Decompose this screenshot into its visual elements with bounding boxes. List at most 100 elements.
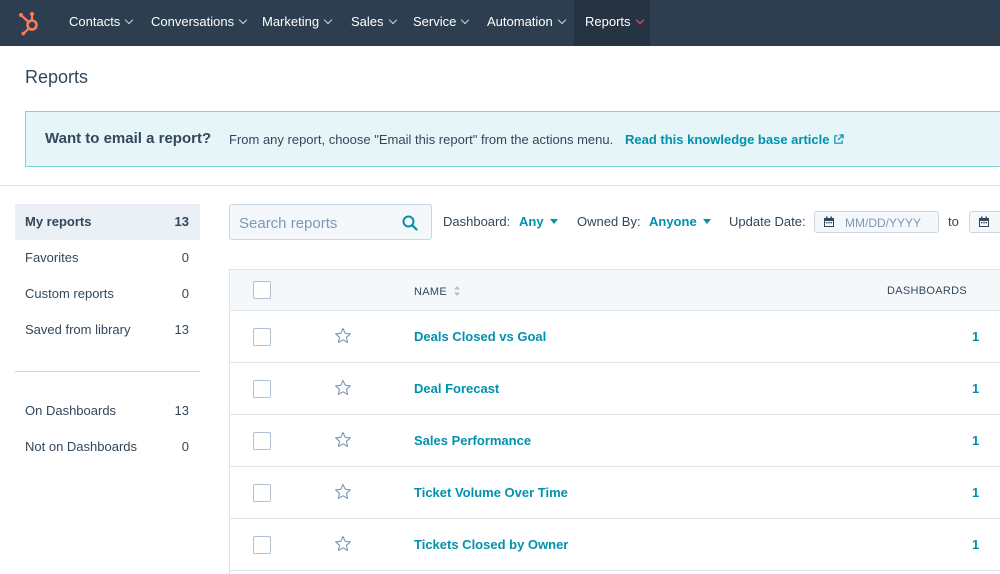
sidebar-item-label: My reports	[25, 214, 92, 229]
sidebar-item-label: On Dashboards	[25, 403, 117, 418]
nav-item-label: Automation	[487, 14, 553, 29]
sidebar-item-count: 13	[174, 403, 189, 418]
report-name-link[interactable]: Deal Forecast	[414, 381, 499, 396]
sidebar-item-count: 0	[181, 286, 189, 301]
top-navigation-bar: Contacts Conversations Marketing Sales S…	[0, 0, 1000, 46]
banner-title: Want to email a report?	[45, 130, 212, 147]
chevron-down-icon	[238, 15, 248, 25]
sidebar-item-count: 13	[174, 322, 189, 337]
row-checkbox[interactable]	[253, 484, 271, 502]
nav-item-automation[interactable]: Automation	[487, 0, 567, 46]
sort-icon	[453, 286, 460, 296]
nav-item-label: Conversations	[151, 14, 235, 29]
caret-down-icon	[549, 219, 558, 224]
sidebar-item-on-dashboards[interactable]: On Dashboards 13	[15, 393, 200, 429]
row-checkbox[interactable]	[253, 328, 271, 346]
sidebar-item-count: 0	[181, 439, 189, 454]
nav-item-label: Service	[413, 14, 457, 29]
owned-by-filter-value: Anyone	[649, 214, 697, 229]
email-report-banner: Want to email a report? From any report,…	[25, 111, 1000, 167]
banner-text: From any report, choose "Email this repo…	[229, 132, 614, 147]
dashboard-filter-dropdown[interactable]: Any	[519, 214, 558, 229]
chevron-down-icon	[323, 15, 333, 25]
dashboards-count[interactable]: 1	[972, 329, 979, 344]
reports-table: NAME DASHBOARDS Deals Closed vs Goal 1 D…	[229, 269, 1000, 574]
table-row: Ticket Volume Over Time 1	[230, 467, 1000, 519]
nav-item-marketing[interactable]: Marketing	[262, 0, 333, 46]
table-row: Tickets Closed by Owner 1	[230, 519, 1000, 571]
star-icon[interactable]	[334, 379, 352, 397]
row-checkbox[interactable]	[253, 380, 271, 398]
star-icon[interactable]	[334, 327, 352, 345]
chevron-down-icon	[635, 15, 644, 25]
owned-by-filter-label: Owned By:	[577, 214, 641, 229]
sidebar-item-label: Favorites	[25, 250, 79, 265]
sidebar-item-saved-from-library[interactable]: Saved from library 13	[15, 312, 200, 348]
dashboards-column-header[interactable]: DASHBOARDS	[887, 285, 967, 297]
dashboard-filter-label: Dashboard:	[443, 214, 511, 229]
sidebar-item-label: Custom reports	[25, 286, 114, 301]
nav-item-label: Marketing	[262, 14, 320, 29]
chevron-down-icon	[125, 15, 134, 25]
caret-down-icon	[702, 219, 711, 224]
nav-item-service[interactable]: Service	[413, 0, 470, 46]
table-row: Deals Closed vs Goal 1	[230, 311, 1000, 363]
nav-item-reports[interactable]: Reports	[574, 0, 650, 46]
update-date-label: Update Date:	[729, 214, 806, 229]
table-row: Sales Performance 1	[230, 415, 1000, 467]
report-name-link[interactable]: Tickets Closed by Owner	[414, 537, 568, 552]
star-icon[interactable]	[334, 535, 352, 553]
sidebar-item-custom-reports[interactable]: Custom reports 0	[15, 276, 200, 312]
search-input[interactable]	[239, 213, 399, 233]
name-column-label: NAME	[414, 286, 447, 298]
nav-item-conversations[interactable]: Conversations	[151, 0, 248, 46]
sidebar-item-label: Saved from library	[25, 322, 131, 337]
chevron-down-icon	[557, 15, 567, 25]
row-checkbox[interactable]	[253, 432, 271, 450]
table-header: NAME DASHBOARDS	[230, 270, 1000, 311]
nav-item-label: Sales	[351, 14, 384, 29]
knowledge-base-link-label: Read this knowledge base article	[625, 132, 830, 147]
table-row: Deal Forecast 1	[230, 363, 1000, 415]
select-all-checkbox[interactable]	[253, 281, 271, 299]
sidebar-item-my-reports[interactable]: My reports 13	[15, 204, 200, 240]
nav-item-label: Contacts	[69, 14, 121, 29]
sidebar-item-count: 0	[181, 250, 189, 265]
section-divider	[0, 185, 1000, 186]
end-date-field[interactable]	[969, 211, 1000, 233]
sidebar-item-favorites[interactable]: Favorites 0	[15, 240, 200, 276]
sidebar-item-label: Not on Dashboards	[25, 439, 138, 454]
owned-by-filter-dropdown[interactable]: Anyone	[649, 214, 711, 229]
start-date-input[interactable]	[845, 215, 935, 230]
sidebar-item-count: 13	[174, 214, 189, 229]
search-icon[interactable]	[402, 215, 418, 231]
knowledge-base-link[interactable]: Read this knowledge base article	[625, 132, 845, 147]
star-icon[interactable]	[334, 431, 352, 449]
sidebar-divider	[15, 371, 200, 372]
chevron-down-icon	[461, 15, 470, 25]
start-date-field[interactable]	[814, 211, 939, 233]
dashboards-count[interactable]: 1	[972, 433, 979, 448]
name-column-header[interactable]: NAME	[414, 285, 461, 298]
external-link-icon	[834, 134, 845, 144]
calendar-icon	[979, 216, 989, 227]
star-icon[interactable]	[334, 483, 352, 501]
dashboards-count[interactable]: 1	[972, 537, 979, 552]
nav-item-sales[interactable]: Sales	[351, 0, 397, 46]
date-range-to-label: to	[948, 214, 959, 229]
row-checkbox[interactable]	[253, 536, 271, 554]
page-title: Reports	[25, 67, 89, 87]
nav-item-contacts[interactable]: Contacts	[69, 0, 134, 46]
report-name-link[interactable]: Sales Performance	[414, 433, 531, 448]
hubspot-logo-icon[interactable]	[17, 10, 43, 36]
sidebar-item-not-on-dashboards[interactable]: Not on Dashboards 0	[15, 429, 200, 465]
calendar-icon	[824, 216, 834, 227]
report-name-link[interactable]: Ticket Volume Over Time	[414, 485, 568, 500]
dashboards-count[interactable]: 1	[972, 485, 979, 500]
nav-item-label: Reports	[585, 14, 631, 29]
dashboards-count[interactable]: 1	[972, 381, 979, 396]
dashboard-filter-value: Any	[519, 214, 544, 229]
report-name-link[interactable]: Deals Closed vs Goal	[414, 329, 546, 344]
chevron-down-icon	[388, 15, 397, 25]
search-box	[229, 204, 432, 240]
